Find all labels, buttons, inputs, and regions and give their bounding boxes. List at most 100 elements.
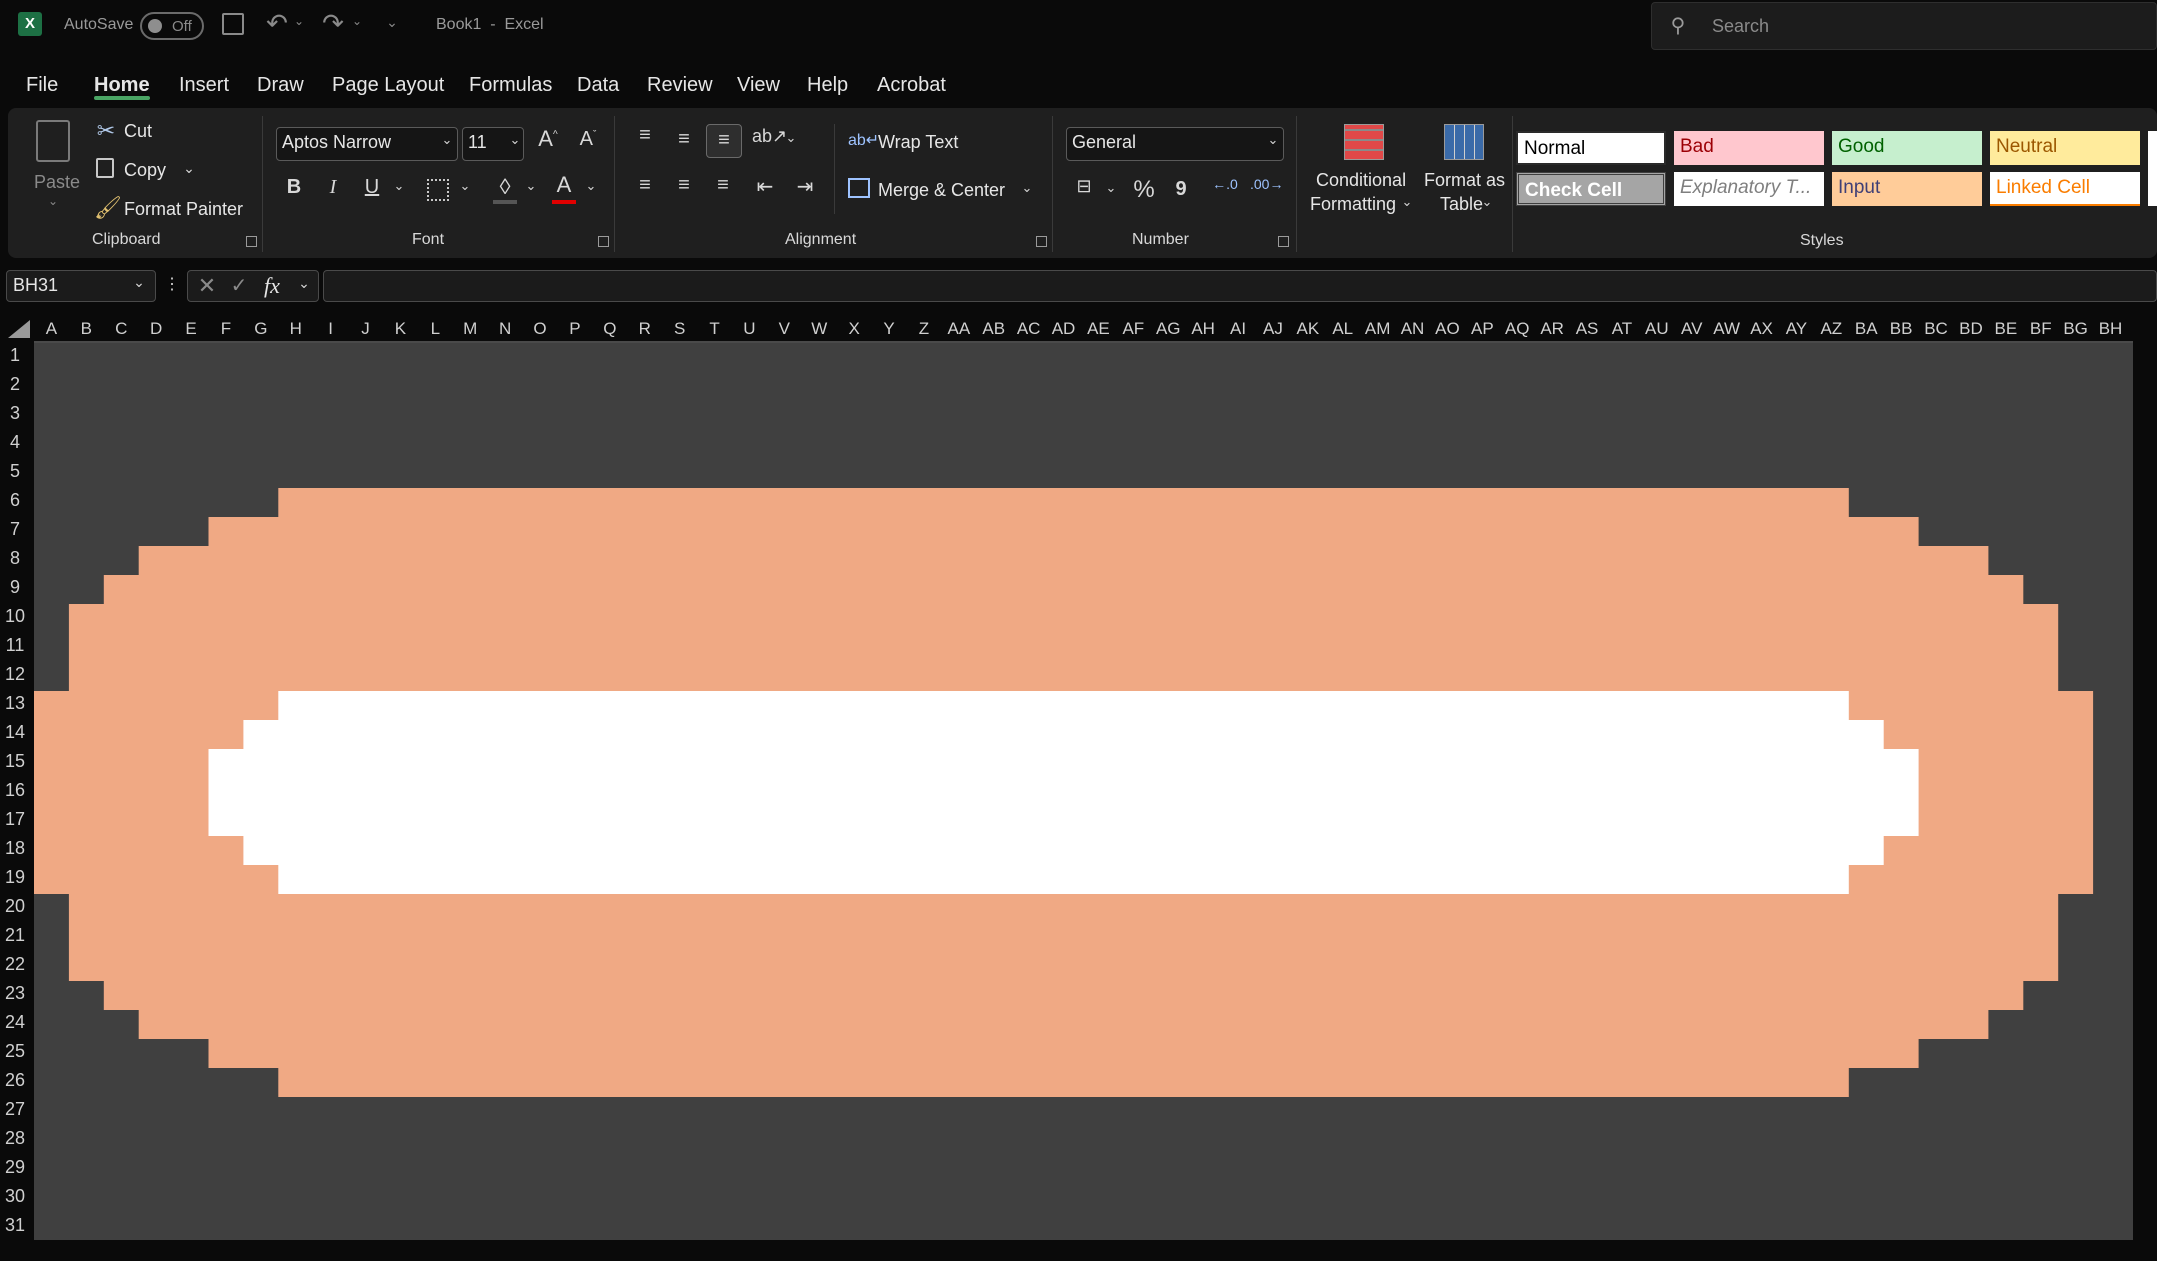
underline-button[interactable]: U [360,176,384,199]
borders-icon[interactable] [427,179,449,201]
align-bottom-button[interactable]: ≡ [706,124,742,158]
column-header-ad[interactable]: AD [1046,319,1081,339]
fill-color-dropdown-icon[interactable]: ⌄ [524,178,538,194]
redo-dropdown-icon[interactable]: ⌄ [350,14,364,28]
orientation-dropdown-icon[interactable]: ⌄ [784,130,798,146]
cell-style-normal[interactable]: Normal [1516,131,1666,165]
increase-font-size-icon[interactable]: A^ [534,126,562,152]
conditional-formatting-button[interactable]: Conditional Formatting ⌄ [1308,120,1420,220]
align-center-icon[interactable]: ≡ [671,174,697,197]
column-header-aq[interactable]: AQ [1500,319,1535,339]
column-header-s[interactable]: S [662,319,697,339]
cell-style-bad[interactable]: Bad [1674,131,1824,165]
row-header-22[interactable]: 22 [0,954,30,975]
column-header-k[interactable]: K [383,319,418,339]
row-header-28[interactable]: 28 [0,1128,30,1149]
row-header-1[interactable]: 1 [0,345,30,366]
tab-view[interactable]: View [737,74,780,97]
row-header-30[interactable]: 30 [0,1186,30,1207]
paste-button[interactable]: Paste ⌄ [26,116,82,216]
column-header-w[interactable]: W [802,319,837,339]
column-header-ah[interactable]: AH [1186,319,1221,339]
row-header-13[interactable]: 13 [0,693,30,714]
borders-dropdown-icon[interactable]: ⌄ [458,178,472,194]
cell-style-neutral[interactable]: Neutral [1990,131,2140,165]
column-header-b[interactable]: B [69,319,104,339]
row-header-5[interactable]: 5 [0,461,30,482]
font-launcher-icon[interactable] [598,236,609,247]
copy-dropdown-icon[interactable]: ⌄ [182,160,196,177]
row-header-21[interactable]: 21 [0,925,30,946]
tab-home[interactable]: Home [94,74,150,97]
row-header-17[interactable]: 17 [0,809,30,830]
row-header-29[interactable]: 29 [0,1157,30,1178]
column-header-bg[interactable]: BG [2058,319,2093,339]
row-header-23[interactable]: 23 [0,983,30,1004]
cancel-icon[interactable]: ✕ [196,273,218,299]
column-header-x[interactable]: X [837,319,872,339]
column-header-av[interactable]: AV [1674,319,1709,339]
column-header-ak[interactable]: AK [1290,319,1325,339]
column-header-ab[interactable]: AB [976,319,1011,339]
insert-function-button[interactable]: fx [264,273,280,299]
row-header-7[interactable]: 7 [0,519,30,540]
column-header-g[interactable]: G [243,319,278,339]
align-top-icon[interactable]: ≡ [632,124,658,147]
align-middle-icon[interactable]: ≡ [671,128,697,151]
row-header-11[interactable]: 11 [0,635,30,656]
column-header-e[interactable]: E [174,319,209,339]
column-header-al[interactable]: AL [1325,319,1360,339]
tab-insert[interactable]: Insert [179,74,229,97]
column-header-ao[interactable]: AO [1430,319,1465,339]
column-header-m[interactable]: M [453,319,488,339]
column-header-au[interactable]: AU [1639,319,1674,339]
tab-formulas[interactable]: Formulas [469,74,552,97]
column-header-an[interactable]: AN [1395,319,1430,339]
merge-dropdown-icon[interactable]: ⌄ [1020,180,1034,196]
accounting-dropdown-icon[interactable]: ⌄ [1104,180,1118,196]
column-header-bb[interactable]: BB [1884,319,1919,339]
column-header-u[interactable]: U [732,319,767,339]
column-header-a[interactable]: A [34,319,69,339]
column-header-ag[interactable]: AG [1151,319,1186,339]
column-header-j[interactable]: J [348,319,383,339]
tab-file[interactable]: File [26,74,58,97]
row-header-18[interactable]: 18 [0,838,30,859]
cell-style-check-cell[interactable]: Check Cell [1516,172,1666,206]
column-header-v[interactable]: V [767,319,802,339]
column-header-ba[interactable]: BA [1849,319,1884,339]
column-header-r[interactable]: R [627,319,662,339]
search-box[interactable]: ⚲ Search [1651,2,2157,50]
font-color-dropdown-icon[interactable]: ⌄ [584,178,598,194]
row-header-6[interactable]: 6 [0,490,30,511]
column-header-h[interactable]: H [278,319,313,339]
bold-button[interactable]: B [282,176,306,199]
row-header-10[interactable]: 10 [0,606,30,627]
row-header-27[interactable]: 27 [0,1099,30,1120]
row-header-25[interactable]: 25 [0,1041,30,1062]
number-format-select[interactable]: General [1066,127,1284,161]
row-header-15[interactable]: 15 [0,751,30,772]
row-header-2[interactable]: 2 [0,374,30,395]
undo-dropdown-icon[interactable]: ⌄ [292,14,306,28]
column-header-ac[interactable]: AC [1011,319,1046,339]
cell-style-input[interactable]: Input [1832,172,1982,206]
more-options-icon[interactable]: ⋮ [164,274,180,294]
row-header-26[interactable]: 26 [0,1070,30,1091]
enter-icon[interactable]: ✓ [228,273,250,298]
align-right-icon[interactable]: ≡ [710,174,736,197]
merge-center-button[interactable]: Merge & Center [878,180,1005,201]
underline-dropdown-icon[interactable]: ⌄ [392,178,406,194]
column-header-az[interactable]: AZ [1814,319,1849,339]
font-color-icon[interactable]: A [552,172,576,198]
tab-draw[interactable]: Draw [257,74,304,97]
cell-style-linked-cell[interactable]: Linked Cell [1990,172,2140,206]
comma-style-button[interactable]: 9 [1170,178,1192,201]
column-header-aj[interactable]: AJ [1256,319,1291,339]
column-header-am[interactable]: AM [1360,319,1395,339]
column-header-ay[interactable]: AY [1779,319,1814,339]
column-header-o[interactable]: O [523,319,558,339]
clipboard-launcher-icon[interactable] [246,236,257,247]
fill-color-icon[interactable]: ◊ [492,174,518,200]
row-header-24[interactable]: 24 [0,1012,30,1033]
